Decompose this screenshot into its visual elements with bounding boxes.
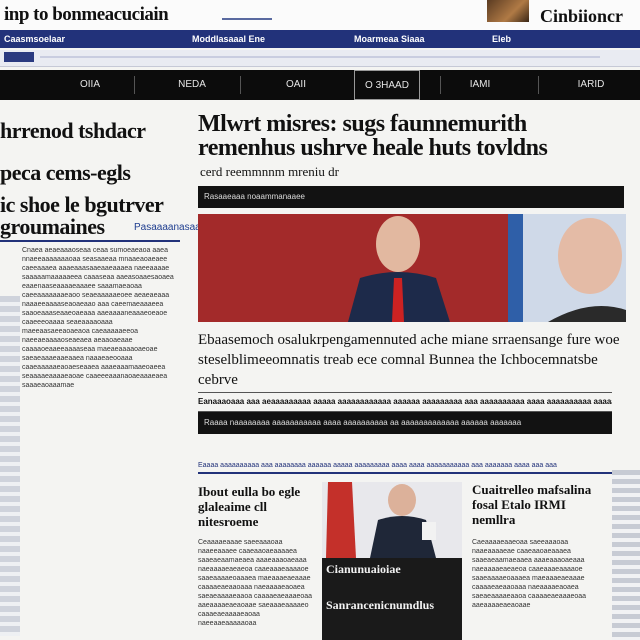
left-thumbnail-strip	[0, 296, 20, 636]
sub-bar	[0, 50, 640, 67]
story-bar-secondary: Raaaa naaaaaaaa aaaaaaaaaaa aaaa aaaaaaa…	[198, 412, 612, 434]
masthead-rule	[222, 18, 272, 20]
main-photo[interactable]	[198, 214, 626, 322]
right-thumbnail-strip	[612, 470, 640, 640]
nav-item-selected[interactable]: O 3HAAD	[354, 70, 420, 100]
nav-separator	[538, 76, 539, 94]
section-link[interactable]: Eleb	[492, 34, 511, 44]
photo-card-title: Cianunuaioiae	[326, 562, 401, 576]
nav-item[interactable]: OAII	[266, 70, 326, 100]
section-link[interactable]: Moarmeaa Siaaa	[354, 34, 425, 44]
nav-separator	[134, 76, 135, 94]
photo-card[interactable]: Cianunuaioiae Sanrancenicnumdlus	[322, 482, 462, 640]
left-headline-line[interactable]: hrrenod tshdacr	[0, 118, 146, 144]
main-photo-image	[198, 214, 626, 322]
main-kicker: cerd reemmnnm mreniu dr	[200, 164, 339, 179]
photo-card-subtitle: Sanrancenicnumdlus	[326, 598, 435, 612]
nav-item[interactable]: IARID	[556, 70, 626, 100]
story-strip: Eanaaaoaaa aaa aeaaaaaaaaa aaaaa aaaaaaa…	[198, 392, 612, 412]
left-rule	[0, 240, 180, 242]
nav-item[interactable]: IAMI	[450, 70, 510, 100]
masthead-thumbnail[interactable]	[487, 0, 529, 22]
section-bar: Caasmsoelaar Moddlasaaal Ene Moarmeaa Si…	[0, 30, 640, 48]
left-link[interactable]: Pasaaaanasaas	[134, 222, 206, 233]
section-link[interactable]: Caasmsoelaar	[4, 34, 65, 44]
section-rule: Eaaaa aaaaaaaaaa aaa aaaaaaaa aaaaaa aaa…	[198, 462, 612, 474]
nav-item[interactable]: OIIA	[60, 70, 120, 100]
left-headline-line[interactable]: groumaines	[0, 214, 105, 240]
section-link[interactable]: Moddlasaaal Ene	[192, 34, 265, 44]
left-headline-line[interactable]: peca cems-egls	[0, 160, 131, 186]
sub-bar-rule	[40, 56, 600, 58]
card-body: Caeaaaaeaaeoaa saeeaaaoaa naaeaaaaeae ca…	[472, 539, 587, 609]
nav-item[interactable]: NEDA	[162, 70, 222, 100]
nav-separator	[440, 76, 441, 94]
main-caption: Ebaasemoch osalukrpengamennuted ache mia…	[198, 332, 620, 388]
card-body: Ceaaaaeaaae saeeaaaoaa naaeeaaaee caaeaa…	[198, 539, 313, 627]
nav-separator	[240, 76, 241, 94]
sub-bar-block	[4, 52, 34, 62]
site-title[interactable]: inp to bonmeacuciain	[4, 4, 169, 26]
masthead-right-title[interactable]: Cinbiioncr	[540, 6, 623, 27]
story-bar: Rasaaeaaa noaammanaaee	[198, 186, 624, 208]
main-headline[interactable]: Mlwrt misres: sugs faunnemurith remenhus…	[198, 112, 628, 160]
left-body-text: Cnaea aeaeaaaoseaa ceaa sumoeaeaoa aaea …	[22, 247, 174, 389]
card-title[interactable]: Cuaitrelleo mafsalina fosal Etalo IRMI n…	[472, 482, 610, 527]
main-nav: OIIA NEDA OAII O 3HAAD IAMI IARID	[0, 70, 640, 100]
card-title[interactable]: Ibout eulla bo egle glaleaime cll nitesr…	[198, 484, 314, 529]
photo-card-image	[322, 482, 462, 558]
